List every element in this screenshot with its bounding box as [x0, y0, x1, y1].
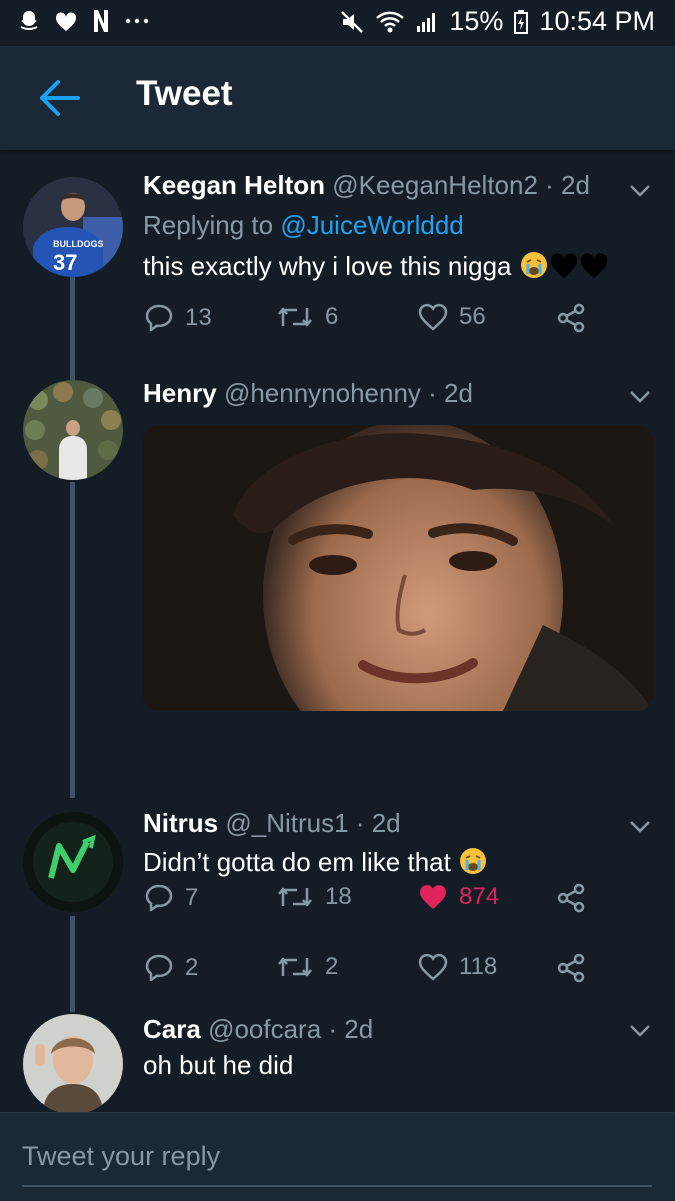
reply-count: 2	[185, 954, 199, 981]
replying-to: Replying to @JuiceWorlddd	[143, 210, 464, 241]
tweet-header: Henry @hennynohenny · 2d	[143, 378, 615, 409]
reply-button[interactable]: 2	[143, 952, 198, 984]
tweet-keegan[interactable]: BULLDOGS 37 Keegan Helton @KeeganHelton2…	[0, 150, 675, 380]
more-dots-icon	[124, 17, 150, 25]
clock: 10:54 PM	[539, 6, 655, 36]
tweet-age: 2d	[444, 378, 473, 408]
crying-face-emoji	[519, 250, 549, 287]
tweet-menu-button[interactable]	[627, 816, 653, 836]
avatar[interactable]	[23, 812, 123, 912]
reply-icon[interactable]	[143, 302, 175, 334]
share-icon[interactable]	[555, 302, 587, 334]
wifi-icon	[375, 10, 405, 34]
reply-count: 13	[185, 304, 212, 331]
retweet-button[interactable]: 2	[275, 952, 338, 982]
user-handle[interactable]: @_Nitrus1	[225, 808, 348, 838]
heart-outline-icon[interactable]	[417, 302, 449, 332]
tweet-menu-button[interactable]	[627, 1020, 653, 1040]
tweet-nitrus[interactable]: Nitrus @_Nitrus1 · 2d Didn’t gotta do em…	[0, 800, 675, 1012]
tweet-menu-button[interactable]	[627, 180, 653, 200]
reply-button[interactable]: 13	[143, 302, 212, 334]
like-button[interactable]: 118	[417, 952, 497, 982]
crying-face-emoji	[458, 846, 488, 883]
thread-line	[70, 482, 75, 798]
chevron-down-icon[interactable]	[627, 1020, 653, 1040]
reply-icon[interactable]	[143, 952, 175, 984]
reply-composer: Tweet your reply	[0, 1112, 675, 1201]
tweet-henry[interactable]: Henry @hennynohenny · 2d 7 18 874	[0, 370, 675, 913]
tweet-age: 2d	[344, 1014, 374, 1044]
user-handle[interactable]: @oofcara	[208, 1014, 321, 1044]
page-title: Tweet	[136, 74, 233, 113]
thread-line	[70, 916, 75, 1012]
tweet-text: oh but he did	[143, 1050, 293, 1081]
share-button[interactable]	[555, 952, 587, 984]
back-button[interactable]	[36, 76, 84, 120]
separator-dot: ·	[321, 1014, 345, 1044]
tweet-age: 2d	[561, 170, 590, 200]
separator-dot: ·	[537, 170, 562, 200]
chevron-down-icon[interactable]	[627, 816, 653, 836]
retweet-count: 6	[325, 303, 339, 330]
black-heart-emoji	[549, 252, 579, 287]
mention-link[interactable]: @JuiceWorlddd	[280, 210, 463, 240]
avatar[interactable]	[23, 380, 123, 480]
status-bar-system: 15% 10:54 PM	[339, 6, 655, 37]
battery-icon	[513, 9, 529, 35]
user-handle[interactable]: @KeeganHelton2	[332, 170, 538, 200]
separator-dot: ·	[348, 808, 372, 838]
share-icon[interactable]	[555, 952, 587, 984]
like-button[interactable]: 56	[417, 302, 486, 332]
heart-icon	[54, 10, 78, 32]
tweet-media-image[interactable]	[143, 425, 653, 711]
avatar[interactable]: BULLDOGS 37	[23, 177, 123, 277]
svg-text:37: 37	[53, 250, 77, 275]
retweet-icon[interactable]	[275, 952, 315, 982]
battery-percent: 15%	[449, 6, 504, 36]
like-count: 56	[459, 303, 486, 330]
display-name[interactable]: Henry	[143, 378, 217, 408]
tweet-actions: 2 2 118	[143, 952, 603, 992]
chevron-down-icon[interactable]	[627, 386, 653, 406]
tweet-text: this exactly why i love this nigga	[143, 250, 609, 287]
retweet-button[interactable]: 6	[275, 302, 338, 332]
retweet-icon[interactable]	[275, 302, 315, 332]
status-bar-notifications	[18, 8, 150, 34]
black-heart-emoji	[579, 252, 609, 287]
reply-input[interactable]: Tweet your reply	[22, 1141, 652, 1187]
avatar[interactable]	[23, 1014, 123, 1112]
tweet-header: Cara @oofcara · 2d	[143, 1014, 615, 1045]
status-bar: 15% 10:54 PM	[0, 0, 675, 46]
tweet-cara[interactable]: Cara @oofcara · 2d oh but he did	[0, 1010, 675, 1112]
tweet-text: Didn’t gotta do em like that	[143, 846, 488, 883]
chevron-down-icon[interactable]	[627, 180, 653, 200]
heart-outline-icon[interactable]	[417, 952, 449, 982]
tweet-text-content: oh but he did	[143, 1050, 294, 1080]
user-handle[interactable]: @hennynohenny	[224, 378, 421, 408]
display-name[interactable]: Cara	[143, 1014, 201, 1044]
tweet-actions: 13 6 56	[143, 302, 603, 342]
snapchat-icon	[18, 9, 40, 33]
retweet-count: 2	[325, 953, 339, 980]
display-name[interactable]: Keegan Helton	[143, 170, 325, 200]
tweet-header: Keegan Helton @KeeganHelton2 · 2d	[143, 170, 615, 201]
reply-thread[interactable]: BULLDOGS 37 Keegan Helton @KeeganHelton2…	[0, 150, 675, 1112]
tweet-text-content: this exactly why i love this nigga	[143, 251, 512, 281]
tweet-menu-button[interactable]	[627, 386, 653, 406]
tweet-text-content: Didn’t gotta do em like that	[143, 847, 451, 877]
back-arrow-icon[interactable]	[36, 76, 84, 120]
tweet-header: Nitrus @_Nitrus1 · 2d	[143, 808, 615, 839]
share-button[interactable]	[555, 302, 587, 334]
tweet-age: 2d	[371, 808, 401, 838]
netflix-icon	[92, 8, 110, 34]
mute-icon	[339, 9, 365, 35]
display-name[interactable]: Nitrus	[143, 808, 218, 838]
replying-to-label: Replying to	[143, 210, 281, 240]
separator-dot: ·	[420, 378, 445, 408]
thread-line	[70, 276, 75, 380]
signal-icon	[415, 10, 439, 34]
like-count: 118	[459, 953, 498, 980]
app-bar: Tweet	[0, 46, 675, 150]
svg-text:BULLDOGS: BULLDOGS	[53, 239, 104, 249]
